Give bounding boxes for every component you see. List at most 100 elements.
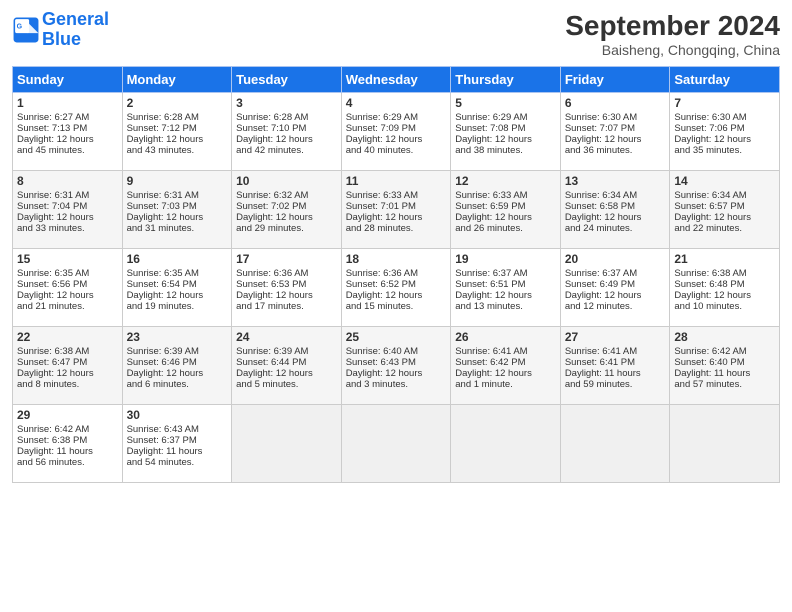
day-number: 6 — [565, 96, 666, 110]
calendar-day-header: Wednesday — [341, 67, 451, 93]
day-info-line: and 29 minutes. — [236, 223, 337, 234]
calendar-cell — [341, 405, 451, 483]
calendar-body: 1Sunrise: 6:27 AMSunset: 7:13 PMDaylight… — [13, 93, 780, 483]
day-number: 15 — [17, 252, 118, 266]
day-info-line: Sunrise: 6:31 AM — [127, 190, 228, 201]
day-info-line: Daylight: 12 hours — [236, 134, 337, 145]
calendar-cell: 14Sunrise: 6:34 AMSunset: 6:57 PMDayligh… — [670, 171, 780, 249]
day-info-line: Daylight: 12 hours — [674, 212, 775, 223]
day-number: 22 — [17, 330, 118, 344]
day-info-line: Sunset: 6:42 PM — [455, 357, 556, 368]
day-info-line: and 19 minutes. — [127, 301, 228, 312]
day-number: 23 — [127, 330, 228, 344]
day-info-line: Daylight: 12 hours — [127, 134, 228, 145]
day-info-line: and 40 minutes. — [346, 145, 447, 156]
day-info-line: Sunset: 6:53 PM — [236, 279, 337, 290]
day-info-line: and 12 minutes. — [565, 301, 666, 312]
day-info-line: Daylight: 12 hours — [455, 212, 556, 223]
calendar-cell: 29Sunrise: 6:42 AMSunset: 6:38 PMDayligh… — [13, 405, 123, 483]
day-number: 8 — [17, 174, 118, 188]
day-info-line: Daylight: 11 hours — [674, 368, 775, 379]
calendar-cell: 16Sunrise: 6:35 AMSunset: 6:54 PMDayligh… — [122, 249, 232, 327]
day-info-line: Daylight: 12 hours — [346, 290, 447, 301]
day-info-line: and 28 minutes. — [346, 223, 447, 234]
day-info-line: Sunrise: 6:33 AM — [455, 190, 556, 201]
day-info-line: and 24 minutes. — [565, 223, 666, 234]
calendar-cell: 22Sunrise: 6:38 AMSunset: 6:47 PMDayligh… — [13, 327, 123, 405]
day-info-line: and 10 minutes. — [674, 301, 775, 312]
day-info-line: Sunset: 6:49 PM — [565, 279, 666, 290]
day-info-line: Sunset: 7:06 PM — [674, 123, 775, 134]
day-number: 14 — [674, 174, 775, 188]
day-info-line: Sunset: 6:51 PM — [455, 279, 556, 290]
day-info-line: Daylight: 12 hours — [236, 290, 337, 301]
day-info-line: and 43 minutes. — [127, 145, 228, 156]
day-info-line: Sunset: 7:12 PM — [127, 123, 228, 134]
day-info-line: Sunrise: 6:34 AM — [565, 190, 666, 201]
day-info-line: and 3 minutes. — [346, 379, 447, 390]
day-info-line: Daylight: 11 hours — [565, 368, 666, 379]
day-info-line: Sunset: 7:02 PM — [236, 201, 337, 212]
day-info-line: Daylight: 12 hours — [127, 368, 228, 379]
day-info-line: Sunrise: 6:30 AM — [674, 112, 775, 123]
day-info-line: Sunrise: 6:28 AM — [127, 112, 228, 123]
day-info-line: and 38 minutes. — [455, 145, 556, 156]
location: Baisheng, Chongqing, China — [565, 42, 780, 58]
day-info-line: Sunrise: 6:33 AM — [346, 190, 447, 201]
calendar-cell: 11Sunrise: 6:33 AMSunset: 7:01 PMDayligh… — [341, 171, 451, 249]
day-info-line: and 8 minutes. — [17, 379, 118, 390]
day-info-line: Sunset: 6:40 PM — [674, 357, 775, 368]
calendar-week-row: 1Sunrise: 6:27 AMSunset: 7:13 PMDaylight… — [13, 93, 780, 171]
day-number: 7 — [674, 96, 775, 110]
day-info-line: Sunrise: 6:37 AM — [565, 268, 666, 279]
day-info-line: Sunset: 6:56 PM — [17, 279, 118, 290]
day-number: 24 — [236, 330, 337, 344]
calendar-week-row: 29Sunrise: 6:42 AMSunset: 6:38 PMDayligh… — [13, 405, 780, 483]
day-info-line: Sunrise: 6:38 AM — [674, 268, 775, 279]
day-info-line: and 33 minutes. — [17, 223, 118, 234]
day-info-line: Sunrise: 6:41 AM — [455, 346, 556, 357]
calendar-day-header: Sunday — [13, 67, 123, 93]
day-info-line: and 5 minutes. — [236, 379, 337, 390]
day-info-line: Daylight: 12 hours — [127, 290, 228, 301]
day-info-line: Daylight: 12 hours — [17, 368, 118, 379]
day-info-line: Sunrise: 6:43 AM — [127, 424, 228, 435]
day-info-line: and 45 minutes. — [17, 145, 118, 156]
day-number: 17 — [236, 252, 337, 266]
day-info-line: and 21 minutes. — [17, 301, 118, 312]
calendar-week-row: 15Sunrise: 6:35 AMSunset: 6:56 PMDayligh… — [13, 249, 780, 327]
day-number: 10 — [236, 174, 337, 188]
calendar-cell: 3Sunrise: 6:28 AMSunset: 7:10 PMDaylight… — [232, 93, 342, 171]
day-info-line: Sunset: 6:59 PM — [455, 201, 556, 212]
day-info-line: Daylight: 12 hours — [455, 290, 556, 301]
day-number: 13 — [565, 174, 666, 188]
calendar-cell: 4Sunrise: 6:29 AMSunset: 7:09 PMDaylight… — [341, 93, 451, 171]
day-info-line: Sunrise: 6:41 AM — [565, 346, 666, 357]
day-info-line: and 15 minutes. — [346, 301, 447, 312]
day-number: 21 — [674, 252, 775, 266]
day-info-line: Sunset: 7:08 PM — [455, 123, 556, 134]
calendar-cell — [232, 405, 342, 483]
calendar-cell: 25Sunrise: 6:40 AMSunset: 6:43 PMDayligh… — [341, 327, 451, 405]
calendar-cell: 18Sunrise: 6:36 AMSunset: 6:52 PMDayligh… — [341, 249, 451, 327]
calendar-cell: 26Sunrise: 6:41 AMSunset: 6:42 PMDayligh… — [451, 327, 561, 405]
day-number: 5 — [455, 96, 556, 110]
calendar-cell: 6Sunrise: 6:30 AMSunset: 7:07 PMDaylight… — [560, 93, 670, 171]
day-number: 9 — [127, 174, 228, 188]
day-number: 19 — [455, 252, 556, 266]
calendar-cell: 1Sunrise: 6:27 AMSunset: 7:13 PMDaylight… — [13, 93, 123, 171]
day-number: 27 — [565, 330, 666, 344]
day-info-line: Sunset: 6:38 PM — [17, 435, 118, 446]
day-info-line: Daylight: 12 hours — [674, 290, 775, 301]
day-info-line: and 35 minutes. — [674, 145, 775, 156]
day-info-line: Sunset: 7:13 PM — [17, 123, 118, 134]
calendar-cell: 23Sunrise: 6:39 AMSunset: 6:46 PMDayligh… — [122, 327, 232, 405]
calendar-day-header: Thursday — [451, 67, 561, 93]
day-info-line: Sunset: 7:01 PM — [346, 201, 447, 212]
day-info-line: Daylight: 12 hours — [236, 368, 337, 379]
day-info-line: and 17 minutes. — [236, 301, 337, 312]
day-info-line: Daylight: 12 hours — [127, 212, 228, 223]
day-number: 3 — [236, 96, 337, 110]
day-info-line: Daylight: 12 hours — [17, 134, 118, 145]
calendar-cell: 13Sunrise: 6:34 AMSunset: 6:58 PMDayligh… — [560, 171, 670, 249]
